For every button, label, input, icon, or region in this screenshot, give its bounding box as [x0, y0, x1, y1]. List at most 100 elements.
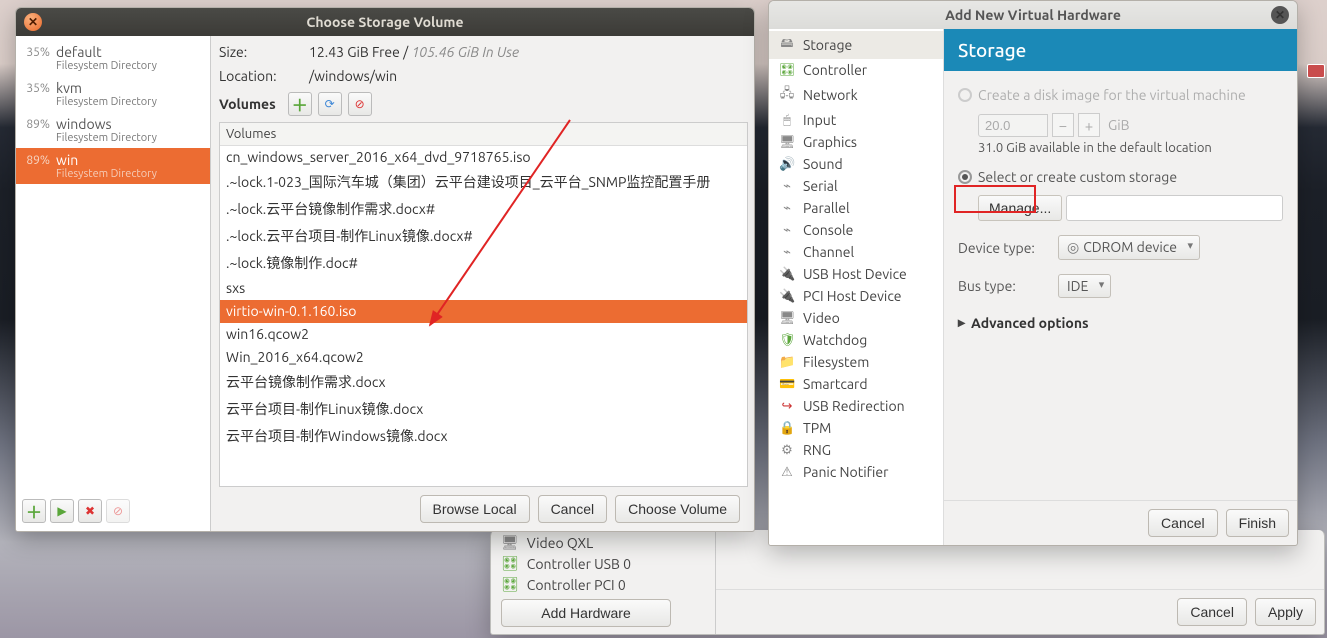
hardware-type-item[interactable]: 🛡Watchdog [769, 329, 943, 351]
vm-apply-button[interactable]: Apply [1255, 598, 1316, 626]
volume-row[interactable]: 云平台项目-制作Linux镜像.docx [220, 396, 747, 423]
storage-path-input[interactable] [1066, 195, 1283, 221]
browse-local-button[interactable]: Browse Local [420, 495, 530, 523]
hw-type-label: Serial [803, 178, 838, 194]
start-pool-button[interactable]: ▶ [50, 499, 74, 523]
hardware-type-item[interactable]: ⚙ RNG [769, 439, 943, 461]
vm-cancel-button[interactable]: Cancel [1177, 598, 1247, 626]
vm-device-item[interactable]: 🎛Controller USB 0 [491, 553, 715, 574]
volume-list-header: Volumes [220, 123, 747, 146]
bus-type-label: Bus type: [958, 278, 1048, 294]
volume-row[interactable]: 云平台镜像制作需求.docx [220, 369, 747, 396]
add-pool-button[interactable]: ＋ [22, 499, 46, 523]
hardware-type-item[interactable]: 💳Smartcard [769, 373, 943, 395]
pool-item[interactable]: 89%winFilesystem Directory [16, 148, 210, 184]
volume-row[interactable]: .~lock.镜像制作.doc# [220, 250, 747, 277]
device-label: Video QXL [527, 535, 593, 551]
size-value: 12.43 GiB Free / 105.46 GiB In Use [309, 44, 748, 60]
add-hardware-button[interactable]: Add Hardware [501, 599, 671, 627]
volume-row[interactable]: cn_windows_server_2016_x64_dvd_9718765.i… [220, 146, 747, 169]
hardware-type-item[interactable]: ⌁ Serial [769, 175, 943, 197]
plus-button: + [1078, 113, 1100, 137]
vm-device-item[interactable]: 🖥Video QXL [491, 532, 715, 553]
add-hw-cancel-button[interactable]: Cancel [1148, 509, 1218, 537]
hw-type-icon: 🖥 [779, 311, 795, 326]
hardware-type-item[interactable]: 🔌PCI Host Device [769, 285, 943, 307]
delete-volume-button[interactable]: ⊘ [348, 92, 372, 116]
hw-type-label: Channel [803, 244, 854, 260]
volume-row[interactable]: sxs [220, 277, 747, 300]
pool-name: kvm [56, 80, 157, 96]
choose-volume-button[interactable]: Choose Volume [615, 495, 740, 523]
pool-item[interactable]: 35%defaultFilesystem Directory [16, 40, 210, 76]
hw-type-label: USB Redirection [803, 398, 905, 414]
close-icon[interactable]: ✕ [24, 13, 42, 31]
hw-type-icon: ↪ [779, 399, 795, 414]
hw-type-label: Network [803, 87, 858, 103]
location-label: Location: [219, 68, 289, 84]
hardware-type-item[interactable]: 🖥Graphics [769, 131, 943, 153]
hardware-type-item[interactable]: ⌁Parallel [769, 197, 943, 219]
hardware-type-item[interactable]: ↪ USB Redirection [769, 395, 943, 417]
hardware-type-item[interactable]: 📁Filesystem [769, 351, 943, 373]
hw-type-icon: 🔊 [779, 157, 795, 172]
volume-row[interactable]: Win_2016_x64.qcow2 [220, 346, 747, 369]
pool-item[interactable]: 35%kvmFilesystem Directory [16, 76, 210, 112]
hardware-type-item[interactable]: 🖴Storage [769, 31, 943, 59]
refresh-button[interactable]: ⟳ [318, 92, 342, 116]
hw-type-label: Input [803, 112, 836, 128]
vm-device-item[interactable]: 🎛Controller PCI 0 [491, 574, 715, 595]
hardware-type-item[interactable]: ⌁ Console [769, 219, 943, 241]
close-icon[interactable]: ✕ [1271, 6, 1289, 24]
pool-name: windows [56, 116, 157, 132]
disk-size-unit: GiB [1108, 117, 1130, 133]
hardware-type-item[interactable]: ⚠Panic Notifier [769, 461, 943, 483]
hw-type-label: Controller [803, 62, 867, 78]
hw-type-label: Console [803, 222, 853, 238]
hw-type-label: TPM [803, 420, 831, 436]
bus-type-select[interactable]: IDE [1058, 274, 1111, 298]
volume-row[interactable]: virtio-win-0.1.160.iso [220, 300, 747, 323]
pool-name: default [56, 44, 157, 60]
hardware-type-item[interactable]: 🖱Input [769, 109, 943, 131]
add-volume-button[interactable]: ＋ [288, 92, 312, 116]
device-label: Controller PCI 0 [527, 577, 626, 593]
volume-row[interactable]: .~lock.云平台镜像制作需求.docx# [220, 196, 747, 223]
hardware-type-item[interactable]: ⌁Channel [769, 241, 943, 263]
manage-button[interactable]: Manage... [978, 195, 1062, 221]
hardware-type-item[interactable]: 🎛Controller [769, 59, 943, 81]
hw-type-icon: ⌁ [779, 223, 795, 238]
radio-custom-storage[interactable]: Select or create custom storage [958, 165, 1283, 189]
delete-pool-button[interactable]: ⊘ [106, 499, 130, 523]
size-label: Size: [219, 44, 289, 60]
device-label: Controller USB 0 [527, 556, 631, 572]
hw-type-label: RNG [803, 442, 831, 458]
volume-row[interactable]: win16.qcow2 [220, 323, 747, 346]
add-hw-finish-button[interactable]: Finish [1226, 509, 1289, 537]
hw-type-icon: 🛡 [779, 333, 795, 348]
choose-storage-volume-dialog: Choose Storage Volume ✕ 35%defaultFilesy… [15, 7, 755, 532]
hardware-type-item[interactable]: 🔒TPM [769, 417, 943, 439]
pool-item[interactable]: 89%windowsFilesystem Directory [16, 112, 210, 148]
hw-type-icon: 📁 [779, 355, 795, 370]
hardware-type-item[interactable]: 🖧Network [769, 81, 943, 109]
hw-type-icon: ⚙ [779, 443, 795, 458]
hw-type-label: Smartcard [803, 376, 868, 392]
volume-row[interactable]: 云平台项目-制作Windows镜像.docx [220, 423, 747, 450]
hardware-type-item[interactable]: 🖥Video [769, 307, 943, 329]
advanced-options-toggle[interactable]: Advanced options [958, 314, 1283, 331]
hardware-type-item[interactable]: 🔌USB Host Device [769, 263, 943, 285]
hardware-type-item[interactable]: 🔊Sound [769, 153, 943, 175]
pool-usage: 89% [20, 116, 50, 131]
hw-type-icon: ⌁ [779, 179, 795, 194]
pool-name: win [56, 152, 157, 168]
volume-rows: cn_windows_server_2016_x64_dvd_9718765.i… [220, 146, 747, 450]
volume-row[interactable]: .~lock.云平台项目-制作Linux镜像.docx# [220, 223, 747, 250]
stop-pool-button[interactable]: ✖ [78, 499, 102, 523]
device-type-select[interactable]: ◎CDROM device [1058, 235, 1200, 260]
volume-row[interactable]: .~lock.1-023_国际汽车城（集团）云平台建设项目_云平台_SNMP监控… [220, 169, 747, 196]
radio-create-disk[interactable]: Create a disk image for the virtual mach… [958, 83, 1283, 107]
volume-list[interactable]: Volumes cn_windows_server_2016_x64_dvd_9… [219, 122, 748, 487]
cancel-button[interactable]: Cancel [538, 495, 608, 523]
hw-type-icon: 🖥 [779, 135, 795, 150]
